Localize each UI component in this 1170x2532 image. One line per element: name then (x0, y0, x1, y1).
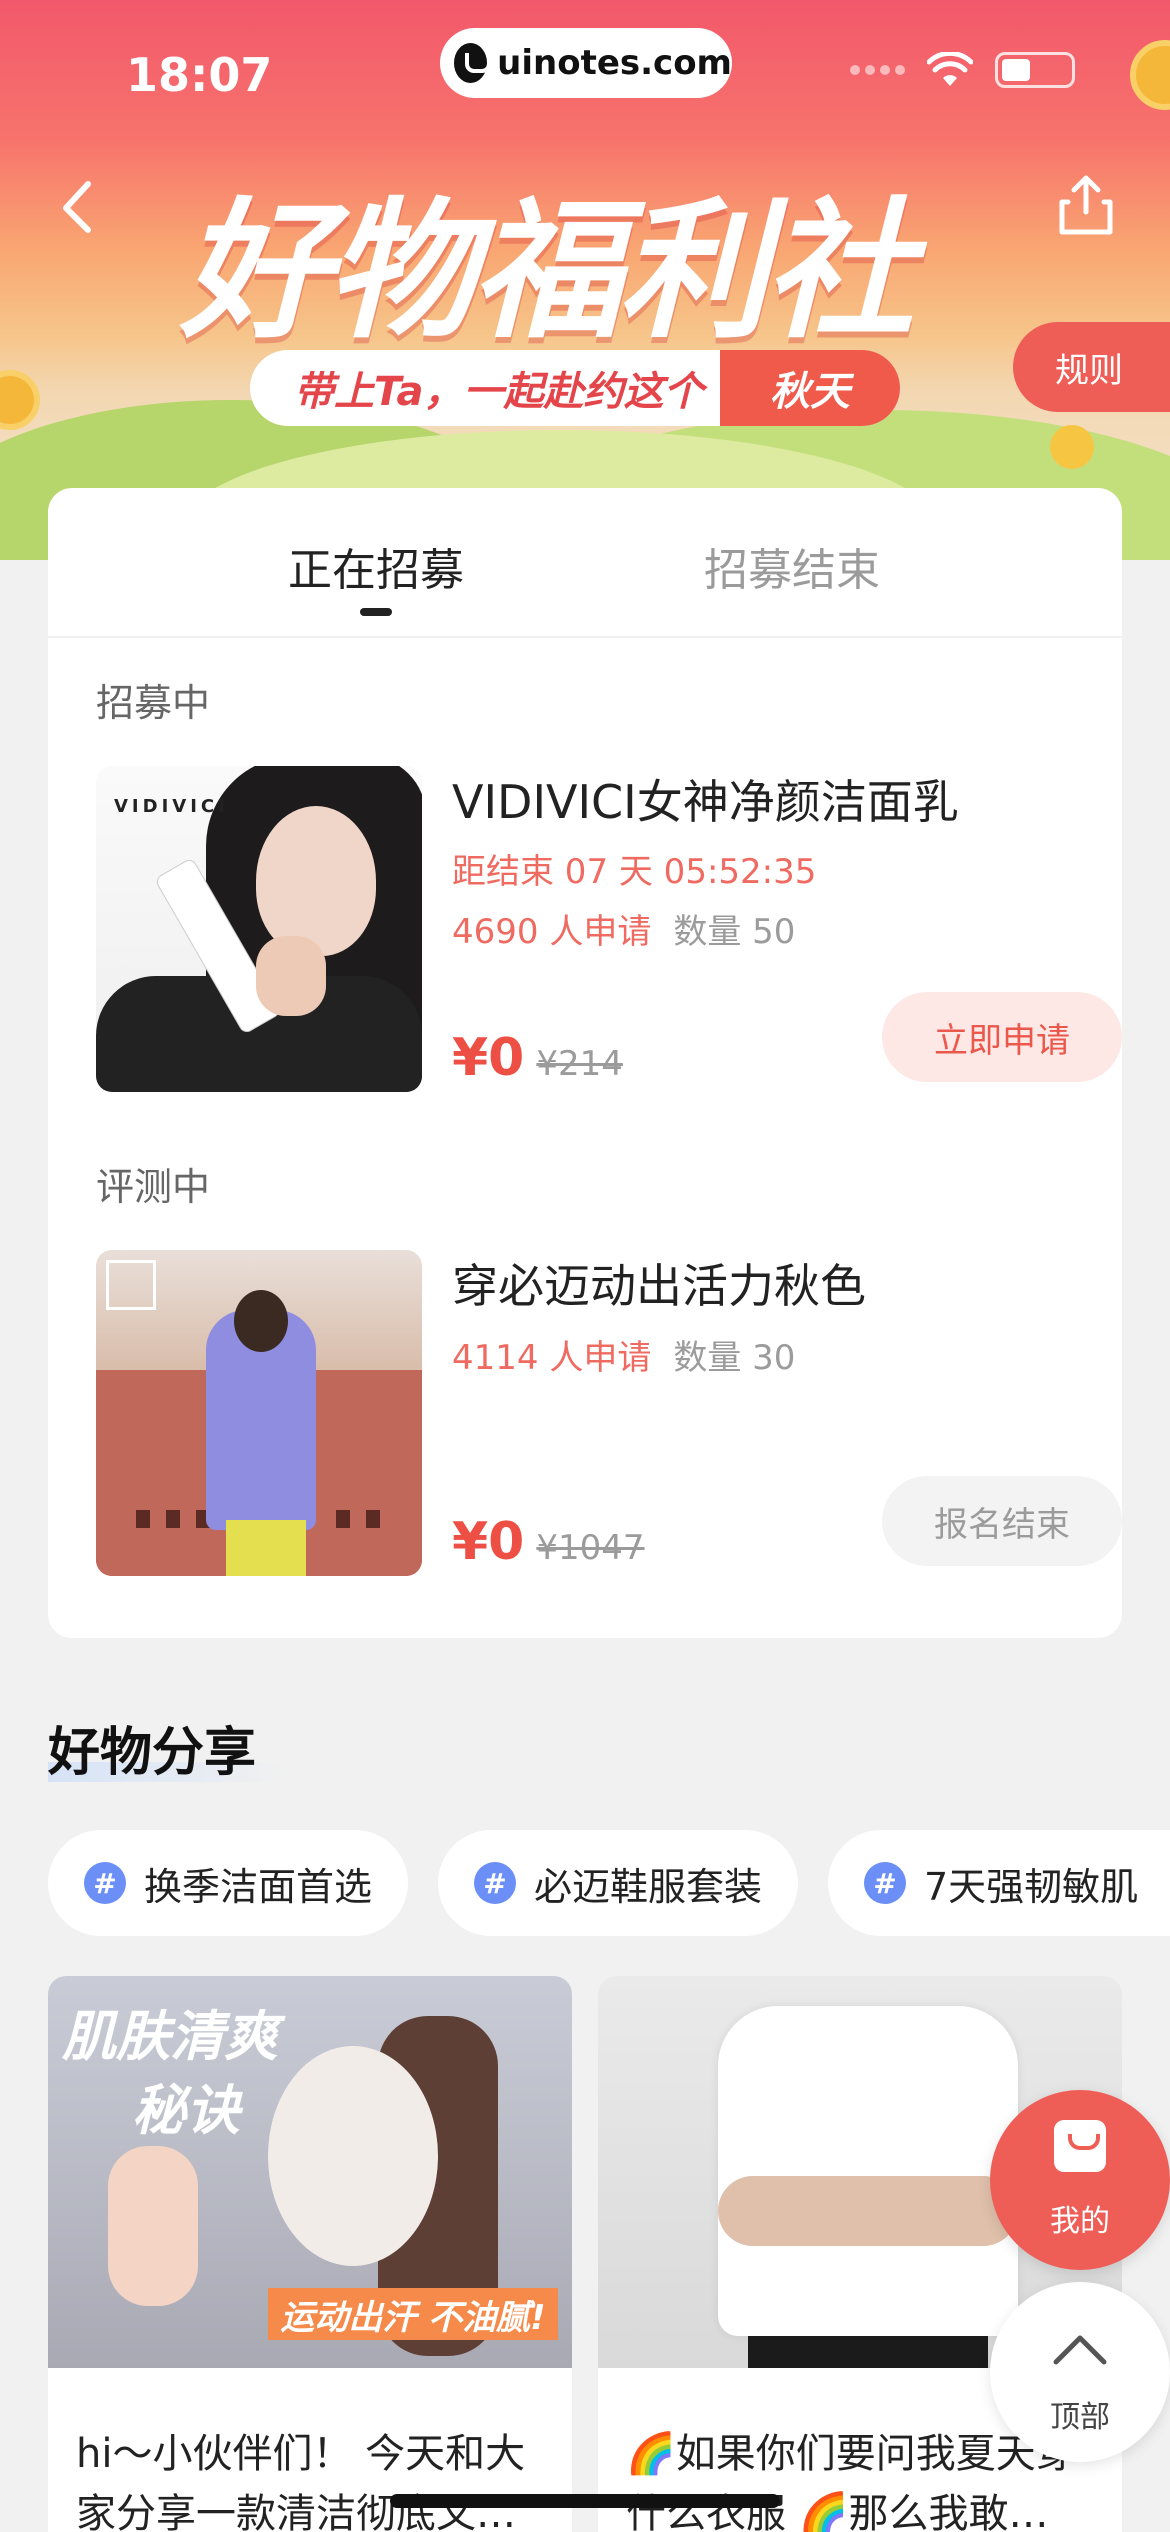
chevron-up-icon (1053, 2335, 1107, 2365)
post-text: hi～小伙伴们！ 今天和大家分享一款清洁彻底又… (76, 2431, 526, 2532)
post-image-caption: 秘诀 (132, 2079, 240, 2142)
hero-subtitle: 带上Ta，一起赴约这个 秋天 (250, 350, 900, 426)
tab-recruit-ended[interactable]: 招募结束 (704, 534, 880, 598)
current-price: ¥0 (452, 1028, 525, 1088)
product-meta: 4114 人申请 数量 30 (452, 1330, 795, 1379)
price-block: ¥0 ¥214 (452, 1028, 623, 1088)
back-to-top-label: 顶部 (1050, 2400, 1110, 2435)
product-card[interactable]: 穿必迈动出活力秋色 4114 人申请 数量 30 ¥0 ¥1047 报名结束 (96, 1250, 1122, 1580)
product-name: VIDIVICI女神净颜洁面乳 (452, 775, 959, 829)
topic-chip[interactable]: # 必迈鞋服套装 (438, 1830, 799, 1936)
post-image-caption: 肌肤清爽 (62, 2005, 278, 2068)
brand-logo-icon (106, 1260, 156, 1310)
section-recruiting-label: 招募中 (96, 681, 211, 725)
product-image: VIDIVICI (96, 766, 422, 1092)
applicant-count: 4690 人申请 (452, 912, 652, 952)
emoji-icon (1050, 425, 1094, 469)
product-card[interactable]: VIDIVICI VIDIVICI女神净颜洁面乳 距结束 07 天 05:52:… (96, 766, 1122, 1096)
hero-subtitle-highlight: 秋天 (720, 350, 900, 426)
hero-subtitle-text: 带上Ta，一起赴约这个 (294, 369, 704, 415)
signup-ended-button[interactable]: 报名结束 (882, 1476, 1122, 1566)
apply-button[interactable]: 立即申请 (882, 992, 1122, 1082)
countdown-text: 距结束 07 天 05:52:35 (452, 852, 817, 892)
product-image (96, 1250, 422, 1576)
home-indicator (390, 2494, 780, 2508)
quantity: 数量 50 (673, 912, 796, 952)
status-time: 18:07 (126, 48, 273, 102)
brand-logo-text: VIDIVICI (114, 796, 229, 817)
topic-chip[interactable]: # 7天强韧敏肌 (828, 1830, 1170, 1936)
topic-chip-label: 7天强韧敏肌 (924, 1864, 1139, 1909)
share-button[interactable] (1054, 172, 1118, 240)
url-text: uinotes.com (497, 43, 732, 83)
original-price: ¥214 (536, 1044, 623, 1084)
product-meta: 4690 人申请 数量 50 (452, 904, 795, 953)
current-price: ¥0 (452, 1512, 525, 1572)
hero-banner: 18:07 uinotes.com 好物福利社 带上Ta，一起赴约这个 秋天 (0, 0, 1170, 560)
post-image: 肌肤清爽 秘诀 运动出汗 不油腻! (48, 1976, 572, 2368)
post-image-tag: 运动出汗 不油腻! (268, 2288, 558, 2340)
back-to-top-button[interactable]: 顶部 (990, 2282, 1170, 2462)
topic-chip[interactable]: # 换季洁面首选 (48, 1830, 409, 1936)
rules-button[interactable]: 规则 (1013, 322, 1170, 412)
hashtag-icon: # (84, 1862, 126, 1904)
feed-post[interactable]: 肌肤清爽 秘诀 运动出汗 不油腻! hi～小伙伴们！ 今天和大家分享一款清洁彻底… (48, 1976, 572, 2532)
tab-recruiting[interactable]: 正在招募 (288, 534, 464, 598)
coin-icon (0, 370, 40, 430)
my-button[interactable]: 我的 (990, 2090, 1170, 2270)
topic-chip-label: 换季洁面首选 (144, 1864, 373, 1909)
share-section-title: 好物分享 (48, 1723, 257, 1783)
original-price: ¥1047 (536, 1528, 645, 1568)
shopping-bag-icon (1054, 2120, 1106, 2172)
product-name: 穿必迈动出活力秋色 (452, 1259, 866, 1313)
hashtag-icon: # (864, 1862, 906, 1904)
price-block: ¥0 ¥1047 (452, 1512, 645, 1572)
battery-icon (995, 52, 1075, 88)
tab-bar: 正在招募 招募结束 (48, 488, 1122, 638)
url-pill: uinotes.com (440, 28, 732, 98)
wifi-icon (926, 50, 974, 88)
signal-icon (850, 65, 905, 75)
status-indicators (850, 50, 1075, 88)
recruit-card: 正在招募 招募结束 招募中 VIDIVICI VIDIVICI女神净颜洁面乳 距… (48, 488, 1122, 1638)
section-reviewing-label: 评测中 (96, 1165, 211, 1209)
page-title: 好物福利社 (180, 185, 914, 359)
applicant-count: 4114 人申请 (452, 1338, 652, 1378)
quantity: 数量 30 (673, 1338, 796, 1378)
active-tab-indicator (360, 608, 392, 616)
uinotes-logo-icon (454, 43, 492, 83)
topic-chip-label: 必迈鞋服套装 (534, 1864, 763, 1909)
coin-icon (1130, 40, 1170, 110)
hashtag-icon: # (474, 1862, 516, 1904)
back-button[interactable] (50, 172, 110, 242)
my-button-label: 我的 (1050, 2204, 1110, 2239)
